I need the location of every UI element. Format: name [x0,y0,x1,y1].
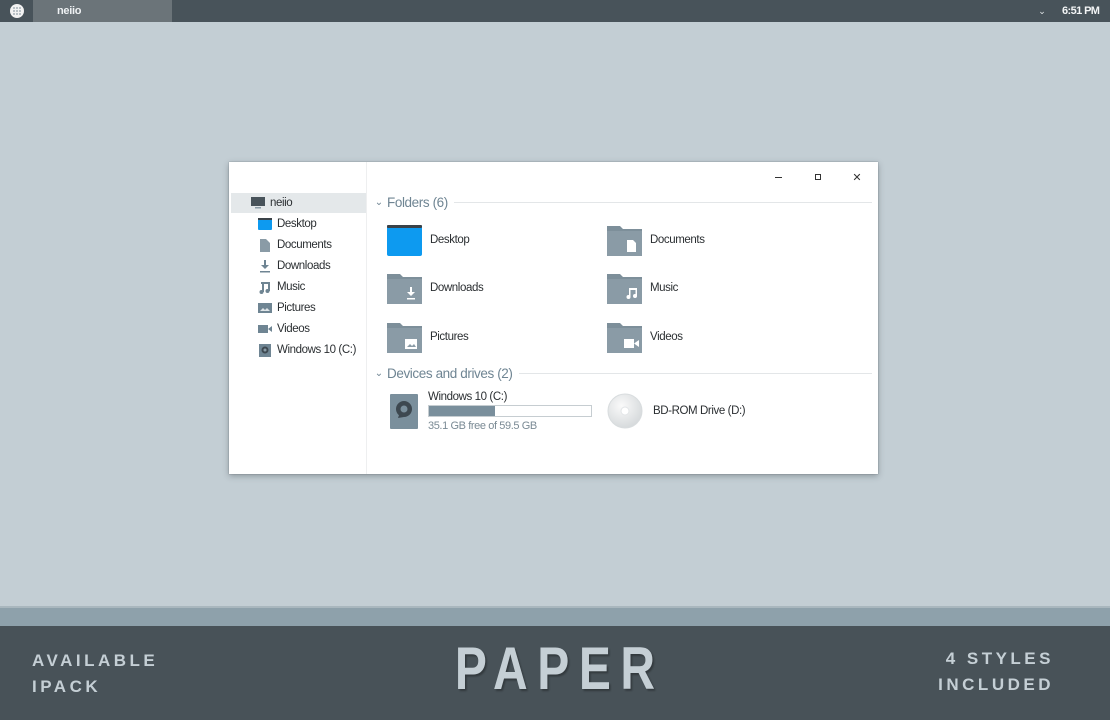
music-folder-icon [607,272,642,305]
drives-section-header[interactable]: ⌄ Devices and drives (2) [372,363,872,383]
sidebar-item-videos[interactable]: Videos [231,319,366,339]
sidebar-item-documents[interactable]: Documents [231,235,366,255]
file-explorer-window: ✕ neiio Desktop Documents Downloads Musi… [229,162,878,474]
folder-label: Pictures [430,331,469,343]
folder-label: Documents [650,234,705,246]
drive-label: Windows 10 (C:) [428,390,507,403]
banner-right-line: INCLUDED [938,675,1054,694]
picture-icon [258,302,272,314]
drive-usage-bar [428,404,592,417]
computer-icon [251,197,265,209]
sidebar-item-label: Music [277,281,306,293]
downloads-folder-icon [387,272,422,305]
sidebar-item-desktop[interactable]: Desktop [231,214,366,234]
music-icon [258,281,272,294]
taskbar: neiio ⌄ 6:51 PM [0,0,1110,22]
close-button[interactable]: ✕ [843,166,871,188]
hard-drive-icon [390,393,418,429]
section-divider [453,201,872,203]
sidebar-item-downloads[interactable]: Downloads [231,256,366,276]
folder-music[interactable]: Music [607,268,807,308]
download-icon [258,259,272,272]
navigation-pane: neiio Desktop Documents Downloads Music [229,162,367,474]
folder-desktop[interactable]: Desktop [387,220,587,260]
drive-icon [258,343,272,357]
desktop-folder-icon [387,224,422,257]
sidebar-item-music[interactable]: Music [231,277,366,297]
desktop-icon [258,218,272,230]
start-button[interactable] [0,0,33,22]
sidebar-item-label: Documents [277,239,332,251]
folder-pictures[interactable]: Pictures [387,317,587,357]
minimize-icon [774,176,782,178]
clock[interactable]: 6:51 PM [1062,0,1100,22]
drive-free-space: 35.1 GB free of 59.5 GB [428,419,537,432]
promo-banner: AVAILABLE IPACK PAPER 4 STYLES INCLUDED [0,626,1110,720]
drive-bd-rom-d[interactable]: BD-ROM Drive (D:) [607,387,746,435]
start-menu-icon [9,4,24,18]
taskbar-item-neiio[interactable]: neiio [33,0,172,22]
documents-folder-icon [607,224,642,257]
drive-usage-fill [429,405,496,416]
maximize-icon [815,174,821,180]
drive-windows-c[interactable]: Windows 10 (C:) 35.1 GB free of 59.5 GB [390,387,592,435]
folder-downloads[interactable]: Downloads [387,268,587,308]
folder-videos[interactable]: Videos [607,317,807,357]
sidebar-item-label: neiio [270,197,293,209]
folders-section-header[interactable]: ⌄ Folders (6) [372,192,872,212]
videos-folder-icon [607,321,642,354]
video-icon [258,323,272,335]
pictures-folder-icon [387,321,422,354]
sidebar-item-label: Desktop [277,218,317,230]
banner-right-line: 4 STYLES [945,649,1054,668]
folders-section-title: Folders (6) [387,194,448,210]
document-icon [258,238,272,252]
banner-right-text: 4 STYLES INCLUDED [938,646,1054,698]
folder-label: Downloads [430,282,484,294]
section-divider [518,372,872,374]
sidebar-item-pictures[interactable]: Pictures [231,298,366,318]
chevron-down-icon[interactable]: ⌄ [372,368,386,379]
chevron-down-icon[interactable]: ⌄ [372,197,386,208]
optical-disc-icon [607,393,643,429]
sidebar-item-label: Videos [277,323,310,335]
folder-documents[interactable]: Documents [607,220,807,260]
close-icon: ✕ [852,171,862,184]
folder-label: Desktop [430,234,470,246]
folder-label: Music [650,282,679,294]
sidebar-item-label: Pictures [277,302,316,314]
minimize-button[interactable] [764,166,792,188]
drives-section-title: Devices and drives (2) [387,365,513,381]
banner-stripe [0,606,1110,626]
sidebar-item-windows-c[interactable]: Windows 10 (C:) [231,340,366,360]
drive-label: BD-ROM Drive (D:) [653,405,746,417]
chevron-down-icon[interactable]: ⌄ [1036,4,1048,18]
banner-title: PAPER [454,635,665,702]
sidebar-item-neiio[interactable]: neiio [231,193,366,213]
folder-label: Videos [650,331,683,343]
sidebar-item-label: Downloads [277,260,331,272]
maximize-button[interactable] [804,166,832,188]
sidebar-item-label: Windows 10 (C:) [277,344,356,356]
